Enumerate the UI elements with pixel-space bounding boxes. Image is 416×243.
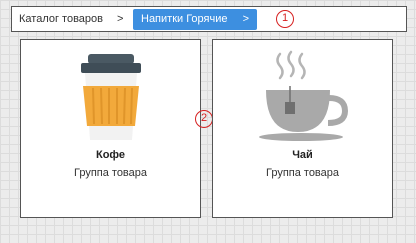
breadcrumb-item-catalog[interactable]: Каталог товаров: [19, 9, 103, 30]
card-title: Кофе: [95, 149, 126, 161]
breadcrumb: Каталог товаров > Напитки Горячие >: [11, 6, 407, 32]
breadcrumb-separator: >: [242, 13, 249, 25]
tea-cup-icon: [259, 50, 349, 141]
coffee-cup-icon: [81, 54, 141, 140]
annotation-marker-2: 2: [195, 110, 213, 128]
category-card-coffee[interactable]: Кофе Группа товара: [20, 39, 201, 218]
breadcrumb-item-hot-drinks[interactable]: Напитки Горячие >: [133, 9, 257, 30]
annotation-marker-1: 1: [276, 10, 294, 28]
breadcrumb-separator: >: [117, 13, 124, 25]
card-title: Чай: [292, 149, 313, 161]
card-subtitle: Группа товара: [73, 167, 148, 179]
category-card-tea[interactable]: Чай Группа товара: [212, 39, 393, 218]
breadcrumb-item-label: Напитки Горячие: [141, 13, 228, 25]
card-subtitle: Группа товара: [265, 167, 340, 179]
